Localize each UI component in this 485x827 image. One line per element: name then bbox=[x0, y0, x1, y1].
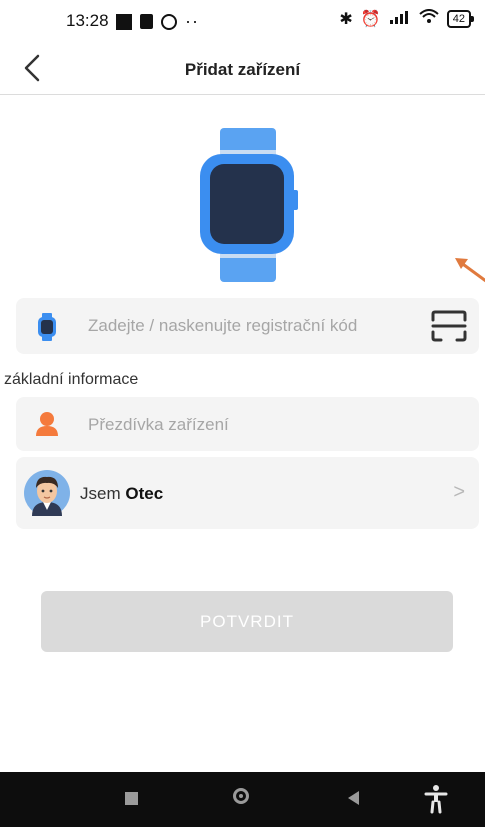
pointer-arrow-icon bbox=[455, 258, 485, 283]
more-dots: ·· bbox=[185, 11, 199, 31]
smartwatch-illustration bbox=[200, 128, 298, 282]
bluetooth-icon: ✱ bbox=[339, 11, 353, 28]
recent-apps-icon[interactable] bbox=[125, 792, 138, 805]
registration-code-placeholder: Zadejte / naskenujte registrační kód bbox=[88, 316, 358, 335]
watch-icon bbox=[38, 313, 56, 346]
role-text: Jsem Otec bbox=[80, 484, 163, 504]
person-icon bbox=[36, 412, 58, 441]
sim-icon bbox=[140, 14, 153, 29]
status-bar: 13:28 ·· ✱ ⏰ 42 bbox=[0, 0, 485, 40]
scan-button[interactable] bbox=[431, 310, 467, 342]
app-header: Přidat zařízení bbox=[0, 44, 485, 95]
confirm-button[interactable]: POTVRDIT bbox=[41, 591, 453, 652]
page-title: Přidat zařízení bbox=[184, 60, 301, 79]
accessibility-icon[interactable] bbox=[424, 784, 448, 814]
signal-icon bbox=[389, 10, 411, 29]
notification-square-icon bbox=[116, 13, 132, 30]
device-nickname-field[interactable]: Přezdívka zařízení bbox=[16, 397, 479, 451]
registration-code-field[interactable]: Zadejte / naskenujte registrační kód bbox=[16, 298, 479, 354]
home-icon[interactable] bbox=[233, 788, 249, 804]
status-left-icons: ·· bbox=[116, 11, 199, 32]
status-right-icons: ✱ ⏰ 42 bbox=[339, 9, 475, 29]
back-icon[interactable] bbox=[348, 791, 359, 805]
wifi-icon bbox=[419, 9, 439, 29]
device-nickname-placeholder: Přezdívka zařízení bbox=[88, 415, 229, 434]
alarm-icon: ⏰ bbox=[360, 11, 381, 28]
role-value: Otec bbox=[125, 484, 164, 503]
location-icon bbox=[161, 13, 177, 30]
status-time: 13:28 bbox=[66, 11, 109, 30]
role-selector[interactable]: Jsem Otec > bbox=[16, 457, 479, 529]
system-nav-bar bbox=[0, 772, 485, 827]
father-avatar-icon bbox=[24, 470, 70, 521]
section-label: základní informace bbox=[4, 371, 139, 388]
scan-frame-icon bbox=[431, 310, 467, 342]
role-prefix: Jsem bbox=[80, 484, 121, 503]
chevron-right-icon: > bbox=[453, 481, 465, 503]
battery-icon: 42 bbox=[446, 10, 475, 28]
